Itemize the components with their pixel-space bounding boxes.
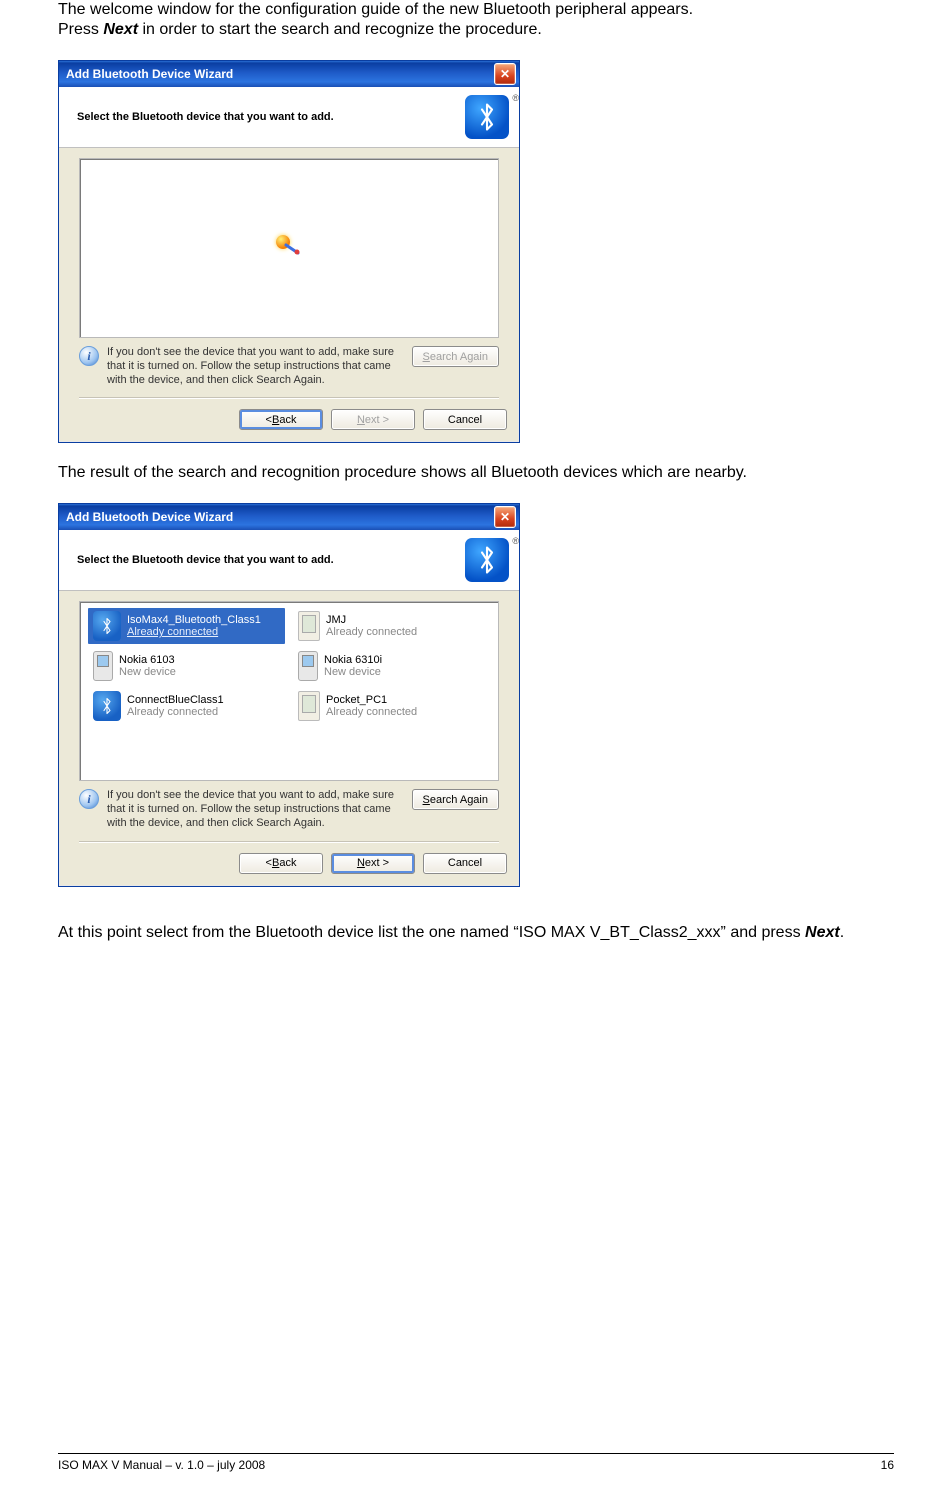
next-button[interactable]: Next > (331, 853, 415, 874)
device-name: ConnectBlueClass1 (127, 694, 224, 707)
device-item-isomax4[interactable]: IsoMax4_Bluetooth_Class1Already connecte… (88, 608, 285, 644)
info-icon: i (79, 789, 99, 809)
searching-icon (274, 233, 304, 263)
titlebar: Add Bluetooth Device Wizard ✕ (59, 504, 519, 530)
page-footer: ISO MAX V Manual – v. 1.0 – july 2008 16 (58, 1453, 894, 1472)
info-icon: i (79, 346, 99, 366)
device-status: New device (119, 666, 176, 679)
next-button: Next > (331, 409, 415, 430)
search-again-button: Search Again (412, 346, 499, 367)
bluetooth-device-icon (93, 691, 121, 721)
button-row: < Back Next > Cancel (59, 399, 519, 442)
phone-device-icon (298, 651, 318, 681)
device-item-jmj[interactable]: JMJAlready connected (293, 608, 490, 644)
header-band: Select the Bluetooth device that you wan… (59, 87, 519, 148)
p1-line2-prefix: Press (58, 21, 103, 38)
device-name: JMJ (326, 614, 417, 627)
paragraph-1: The welcome window for the configuration… (58, 0, 894, 40)
window-title: Add Bluetooth Device Wizard (66, 510, 494, 524)
bluetooth-device-icon (93, 611, 121, 641)
paragraph-2: The result of the search and recognition… (58, 463, 894, 483)
p1-line2-bold: Next (103, 21, 138, 38)
cancel-button[interactable]: Cancel (423, 853, 507, 874)
bluetooth-icon: ® (465, 95, 509, 139)
header-text: Select the Bluetooth device that you wan… (77, 554, 334, 566)
pda-device-icon (298, 691, 320, 721)
device-name: Pocket_PC1 (326, 694, 417, 707)
header-text: Select the Bluetooth device that you wan… (77, 111, 334, 123)
device-item-nokia6103[interactable]: Nokia 6103New device (88, 648, 285, 684)
window-title: Add Bluetooth Device Wizard (66, 67, 494, 81)
p3-prefix: At this point select from the Bluetooth … (58, 924, 805, 941)
device-status: Already connected (127, 626, 261, 639)
back-button[interactable]: < Back (239, 409, 323, 430)
close-icon[interactable]: ✕ (494, 63, 516, 85)
p3-suffix: . (840, 924, 844, 941)
device-name: IsoMax4_Bluetooth_Class1 (127, 614, 261, 627)
device-status: Already connected (326, 706, 417, 719)
info-text: If you don't see the device that you wan… (107, 789, 404, 830)
device-item-pocketpc[interactable]: Pocket_PC1Already connected (293, 688, 490, 724)
close-icon[interactable]: ✕ (494, 506, 516, 528)
cancel-button[interactable]: Cancel (423, 409, 507, 430)
device-item-connectblue[interactable]: ConnectBlueClass1Already connected (88, 688, 285, 724)
device-status: New device (324, 666, 382, 679)
p3-bold: Next (805, 924, 840, 941)
search-again-button[interactable]: Search Again (412, 789, 499, 810)
device-item-nokia6310i[interactable]: Nokia 6310iNew device (293, 648, 490, 684)
device-name: Nokia 6103 (119, 654, 176, 667)
wizard-results: Add Bluetooth Device Wizard ✕ Select the… (58, 503, 520, 886)
header-band: Select the Bluetooth device that you wan… (59, 530, 519, 591)
device-name: Nokia 6310i (324, 654, 382, 667)
p1-line2-suffix: in order to start the search and recogni… (138, 21, 542, 38)
footer-left: ISO MAX V Manual – v. 1.0 – july 2008 (58, 1458, 265, 1472)
titlebar: Add Bluetooth Device Wizard ✕ (59, 61, 519, 87)
device-status: Already connected (326, 626, 417, 639)
device-list-empty (79, 158, 499, 338)
registered-mark: ® (512, 93, 519, 103)
phone-device-icon (93, 651, 113, 681)
device-status: Already connected (127, 706, 224, 719)
back-button[interactable]: < Back (239, 853, 323, 874)
bluetooth-icon: ® (465, 538, 509, 582)
registered-mark: ® (512, 536, 519, 546)
button-row: < Back Next > Cancel (59, 843, 519, 886)
p1-line1: The welcome window for the configuration… (58, 1, 693, 18)
wizard-searching: Add Bluetooth Device Wizard ✕ Select the… (58, 60, 520, 443)
footer-page-number: 16 (881, 1458, 894, 1472)
info-text: If you don't see the device that you wan… (107, 346, 404, 387)
device-list: IsoMax4_Bluetooth_Class1Already connecte… (79, 601, 499, 781)
pda-device-icon (298, 611, 320, 641)
paragraph-3: At this point select from the Bluetooth … (58, 923, 894, 943)
